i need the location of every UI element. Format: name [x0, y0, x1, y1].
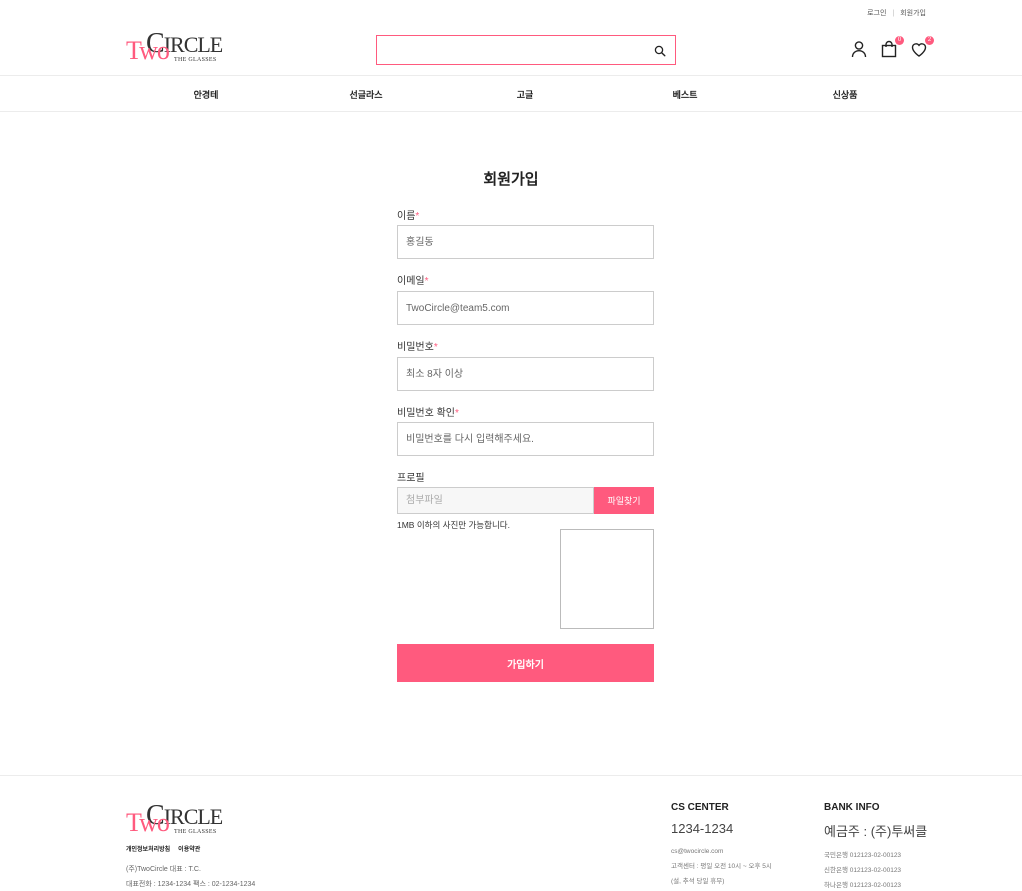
password-confirm-field-box [397, 422, 654, 456]
cs-hours: 고객센터 : 평일 오전 10시 ~ 오후 5시 [671, 863, 772, 870]
logo-two-text: Two [126, 36, 170, 65]
cs-center: CS CENTER 1234-1234 cs@twocircle.com 고객센… [671, 802, 772, 889]
bank-account: 하나은행 012123-02-00123 [824, 882, 902, 889]
nav-item-sunglasses[interactable]: 선글라스 [349, 88, 382, 101]
cs-title: CS CENTER [671, 802, 729, 813]
privacy-policy-link[interactable]: 개인정보처리방침 [126, 844, 170, 853]
page-title: 회원가입 [483, 171, 539, 188]
logo-tagline: THE GLASSES [174, 829, 217, 835]
nav-item-goggles[interactable]: 고글 [517, 88, 534, 101]
password-confirm-field[interactable] [398, 423, 653, 455]
contact-info: 대표전화 : 1234-1234 팩스 : 02-1234-1234 [126, 881, 256, 888]
nav-item-best[interactable]: 베스트 [673, 88, 698, 101]
profile-image-preview [560, 529, 654, 629]
cs-holiday: (설, 추석 당일 휴무) [671, 878, 725, 885]
name-field-box [397, 225, 654, 259]
required-mark: * [415, 211, 420, 222]
wish-count-badge: 2 [925, 36, 934, 45]
email-field-box [397, 291, 654, 325]
logo-tagline: THE GLASSES [174, 57, 217, 63]
required-mark: * [454, 408, 459, 419]
cart-count-badge: 0 [895, 36, 904, 45]
util-separator: | [892, 9, 895, 17]
name-field[interactable] [398, 226, 653, 258]
search-input[interactable] [377, 36, 647, 64]
search-icon[interactable] [654, 44, 666, 62]
bank-holder: 예금주 : (주)투써클 [824, 824, 928, 839]
cs-phone: 1234-1234 [671, 821, 734, 836]
name-label: 이름* [397, 211, 420, 222]
password-field[interactable] [398, 358, 653, 390]
heart-icon[interactable]: 2 [910, 36, 934, 58]
signup-link[interactable]: 회원가입 [900, 8, 926, 18]
profile-file-row: 파일찾기 [397, 487, 654, 514]
bank-info: BANK INFO 예금주 : (주)투써클 국민은행 012123-02-00… [824, 802, 927, 891]
cs-email: cs@twocircle.com [671, 848, 724, 855]
footer-links: 개인정보처리방침 이용약관 [126, 844, 200, 853]
profile-label: 프로필 [397, 473, 425, 484]
main-nav: 안경테 선글라스 고글 베스트 신상품 [0, 75, 1022, 112]
footer: CIRCLE Two THE GLASSES 개인정보처리방침 이용약관 (주)… [0, 775, 1022, 891]
utility-links: 로그인 | 회원가입 [867, 8, 926, 18]
email-label: 이메일* [397, 276, 429, 287]
nav-item-new[interactable]: 신상품 [833, 88, 858, 101]
header-icons: 0 2 [850, 36, 934, 58]
password-confirm-label: 비밀번호 확인* [397, 408, 459, 419]
search-box [376, 35, 676, 65]
file-name-field[interactable] [398, 488, 593, 513]
find-file-button[interactable]: 파일찾기 [594, 487, 654, 514]
bank-title: BANK INFO [824, 802, 880, 813]
email-field[interactable] [398, 292, 653, 324]
password-label: 비밀번호* [397, 342, 438, 353]
terms-link[interactable]: 이용약관 [178, 844, 200, 853]
user-icon[interactable] [850, 40, 868, 58]
company-info: (주)TwoCircle 대표 : T.C. [126, 866, 201, 873]
signup-submit-button[interactable]: 가입하기 [397, 644, 654, 682]
login-link[interactable]: 로그인 [867, 8, 886, 18]
required-mark: * [424, 276, 429, 287]
password-field-box [397, 357, 654, 391]
file-name-box [397, 487, 594, 514]
required-mark: * [433, 342, 438, 353]
footer-logo[interactable]: CIRCLE Two THE GLASSES [126, 802, 223, 842]
site-logo[interactable]: CIRCLE Two THE GLASSES [126, 30, 223, 70]
nav-item-frames[interactable]: 안경테 [194, 88, 219, 101]
bank-account: 국민은행 012123-02-00123 [824, 852, 902, 859]
bank-account: 신한은행 012123-02-00123 [824, 867, 902, 874]
logo-two-text: Two [126, 808, 170, 837]
file-hint: 1MB 이하의 사진만 가능합니다. [397, 520, 510, 530]
cart-icon[interactable]: 0 [880, 36, 904, 58]
